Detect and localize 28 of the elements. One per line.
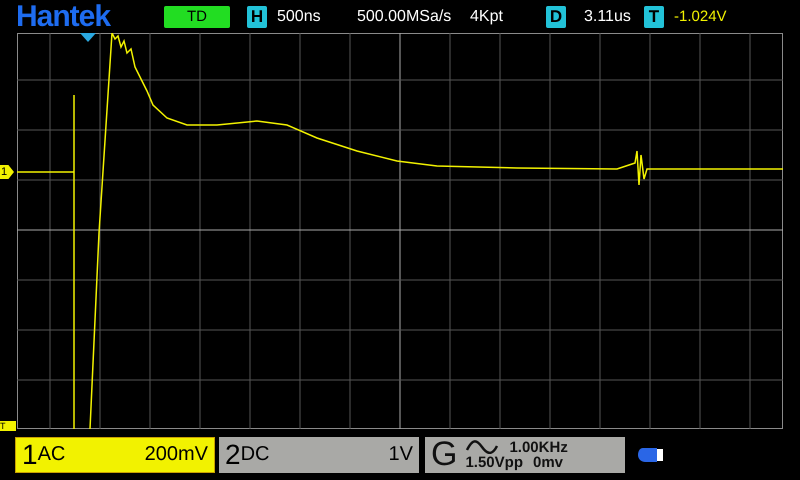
trigger-level-marker: T	[0, 421, 16, 431]
channel-scale: 1V	[388, 443, 413, 466]
horizontal-label: H	[247, 6, 267, 28]
sample-rate-value: 500.00MSa/s	[357, 8, 452, 26]
sine-wave-icon	[465, 440, 500, 454]
status-icon	[637, 446, 665, 462]
generator-panel[interactable]: G 1.00KHz 1.50Vpp 0mv	[425, 436, 625, 472]
memory-depth-value: 4Kpt	[470, 8, 504, 26]
channel-number: 2	[225, 438, 241, 470]
delay-label: D	[546, 6, 566, 28]
trigger-position-icon	[80, 33, 96, 42]
generator-offset: 0mv	[532, 454, 564, 470]
brand-logo: Hantek	[16, 2, 112, 32]
channel-coupling: AC	[38, 443, 66, 466]
channel-number: 1	[22, 438, 38, 470]
channel-panel[interactable]: 1AC 200mV	[15, 436, 215, 472]
generator-amplitude: 1.50Vpp	[465, 454, 523, 470]
channel-marker: 1	[0, 165, 14, 179]
trigger-level-value: -1.024V	[674, 8, 727, 25]
trigger-label: T	[644, 6, 664, 28]
timebase-value: 500ns	[277, 8, 322, 26]
channel-panel[interactable]: 2DC 1V	[219, 436, 419, 472]
delay-value: 3.11us	[584, 8, 632, 26]
generator-frequency: 1.00KHz	[509, 440, 568, 454]
channel-scale: 200mV	[144, 443, 208, 466]
channel-coupling: DC	[240, 443, 270, 466]
generator-label: G	[431, 435, 458, 474]
mode-badge: TD	[164, 6, 230, 28]
